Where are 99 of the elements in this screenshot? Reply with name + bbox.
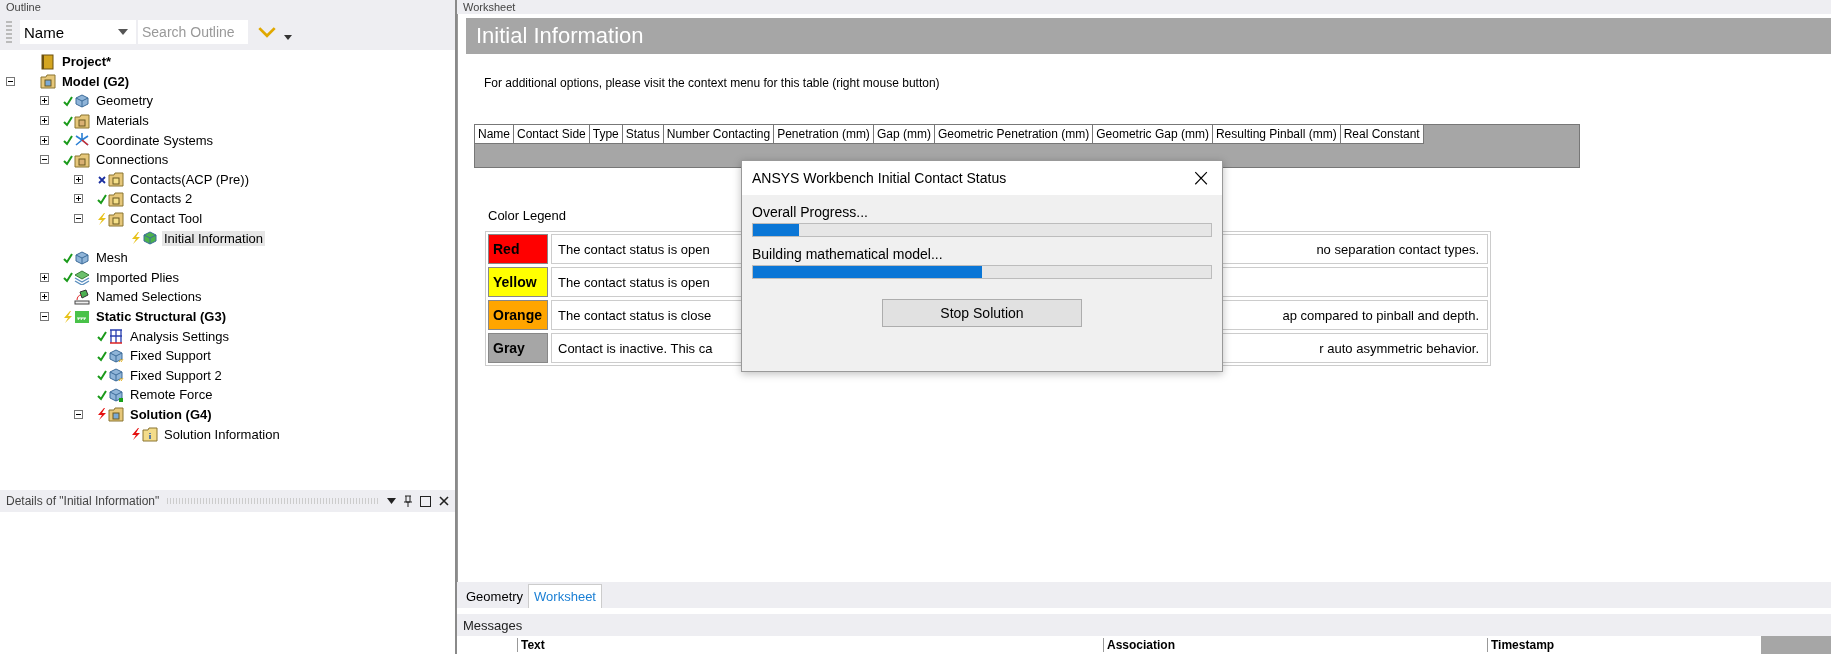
close-button[interactable]: × <box>1180 161 1222 195</box>
color-swatch: Red <box>488 234 548 264</box>
tree-item[interactable]: Contact Tool <box>128 211 205 227</box>
folder-icon <box>108 406 124 423</box>
folder-icon <box>40 73 56 90</box>
hint-text: For additional options, please visit the context menu for this table (right mouse button) <box>483 76 941 90</box>
scrollbar[interactable] <box>1761 636 1831 654</box>
selection-icon <box>74 288 90 305</box>
info-icon <box>142 426 158 443</box>
column-header: Geometric Gap (mm) <box>1093 125 1213 144</box>
panel-title: Messages <box>463 617 523 633</box>
legend-text: The contact status is open <box>558 241 710 257</box>
color-swatch: Orange <box>488 300 548 330</box>
legend-title: Color Legend <box>488 208 567 223</box>
tab[interactable]: Worksheet <box>528 584 602 608</box>
worksheet-title: Initial Information <box>466 18 1831 54</box>
tree-item[interactable]: Model (G2) <box>60 73 132 89</box>
expand-icon[interactable] <box>40 96 49 106</box>
column-header: Text <box>517 638 1103 652</box>
progress-label: Building mathematical model... <box>752 246 944 262</box>
caret-icon <box>118 29 128 35</box>
collapse-icon[interactable] <box>74 214 83 224</box>
book-icon <box>40 53 56 70</box>
cube-icon <box>108 347 124 364</box>
column-header: Name <box>475 125 514 144</box>
collapse-icon[interactable] <box>74 410 83 419</box>
tree-item[interactable]: Contacts 2 <box>128 191 195 207</box>
stop-button[interactable]: Stop Solution <box>882 299 1082 327</box>
tree-item[interactable]: Coordinate Systems <box>94 132 216 148</box>
axes-icon <box>74 132 90 149</box>
column-header: Penetration (mm) <box>774 125 874 144</box>
legend-text: r auto asymmetric behavior. <box>1319 340 1479 356</box>
cube-icon <box>74 93 90 109</box>
legend-text: no separation contact types. <box>1316 241 1479 257</box>
column-header: Status <box>622 125 664 144</box>
tree-item[interactable]: Mesh <box>94 250 130 266</box>
tree-item[interactable]: Fixed Support <box>128 348 213 364</box>
column-header: Number Contacting <box>663 125 775 144</box>
tree-item[interactable]: Named Selections <box>94 289 204 305</box>
square-icon <box>74 308 90 325</box>
tree-item[interactable]: Connections <box>94 152 171 168</box>
legend-text: The contact status is close <box>558 307 712 323</box>
collapse-icon[interactable] <box>40 155 49 165</box>
column-header: Type <box>589 125 623 144</box>
color-swatch: Yellow <box>488 267 548 297</box>
expand-icon[interactable] <box>74 194 83 204</box>
tree-item[interactable]: Remote Force <box>128 387 215 403</box>
maximize-icon[interactable] <box>420 495 431 507</box>
tree-item[interactable]: Materials <box>94 113 151 129</box>
folder-icon <box>108 210 124 227</box>
expand-icon[interactable] <box>74 174 83 184</box>
caret-icon[interactable] <box>284 34 292 40</box>
column-header: Contact Side <box>514 125 590 144</box>
column-header: Gap (mm) <box>873 125 935 144</box>
collapse-icon[interactable] <box>40 312 49 321</box>
column-header: Real Constant <box>1340 125 1424 144</box>
folder-icon <box>74 151 90 168</box>
tree-item[interactable]: Initial Information <box>162 230 265 246</box>
progress-label: Overall Progress... <box>752 204 869 220</box>
grid-icon <box>108 328 124 345</box>
collapse-icon[interactable] <box>6 76 15 86</box>
expand-icon[interactable] <box>40 292 49 302</box>
legend-text: ap compared to pinball and depth. <box>1282 307 1479 323</box>
caret-icon[interactable] <box>387 498 396 504</box>
panel-title: Details of "Initial Information" <box>6 494 160 508</box>
legend-text: The contact status is open <box>558 274 710 290</box>
tab[interactable]: Geometry <box>461 584 529 608</box>
tree-item[interactable]: Imported Plies <box>94 269 182 285</box>
tree-item[interactable]: Geometry <box>94 93 156 109</box>
dialog-title: ANSYS Workbench Initial Contact Status <box>752 170 1007 186</box>
expand-icon[interactable] <box>40 272 49 282</box>
sort-dropdown[interactable]: Name <box>20 20 136 44</box>
cube-icon <box>142 230 158 247</box>
legend-text: Contact is inactive. This ca <box>558 340 713 356</box>
panel-title: Outline <box>6 1 41 13</box>
pin-icon[interactable] <box>404 495 412 507</box>
color-swatch: Gray <box>488 333 548 363</box>
tree-item[interactable]: Contacts(ACP (Pre)) <box>128 171 251 187</box>
column-header: Resulting Pinball (mm) <box>1212 125 1341 144</box>
folder-icon <box>108 190 124 207</box>
tree-item[interactable]: Static Structural (G3) <box>94 309 229 324</box>
folder-icon <box>74 112 90 129</box>
search-field[interactable]: Search Outline <box>138 20 248 44</box>
folder-icon <box>108 171 124 188</box>
tree-item[interactable]: Solution (G4) <box>128 407 214 422</box>
tree-item[interactable]: Fixed Support 2 <box>128 367 224 383</box>
expand-icon[interactable] <box>40 116 49 126</box>
layers-icon <box>74 269 90 286</box>
column-header: Association <box>1103 638 1487 652</box>
tree-item[interactable]: Project* <box>60 54 114 70</box>
cube-icon <box>108 367 124 384</box>
cube-icon <box>74 249 90 266</box>
panel-title: Worksheet <box>463 1 516 13</box>
tree-item[interactable]: Analysis Settings <box>128 328 231 344</box>
expand-icon[interactable] <box>40 135 49 145</box>
tree-item[interactable]: Solution Information <box>162 426 282 442</box>
column-header: Geometric Penetration (mm) <box>934 125 1094 144</box>
close-icon[interactable] <box>439 496 449 506</box>
cube-icon <box>108 386 124 403</box>
